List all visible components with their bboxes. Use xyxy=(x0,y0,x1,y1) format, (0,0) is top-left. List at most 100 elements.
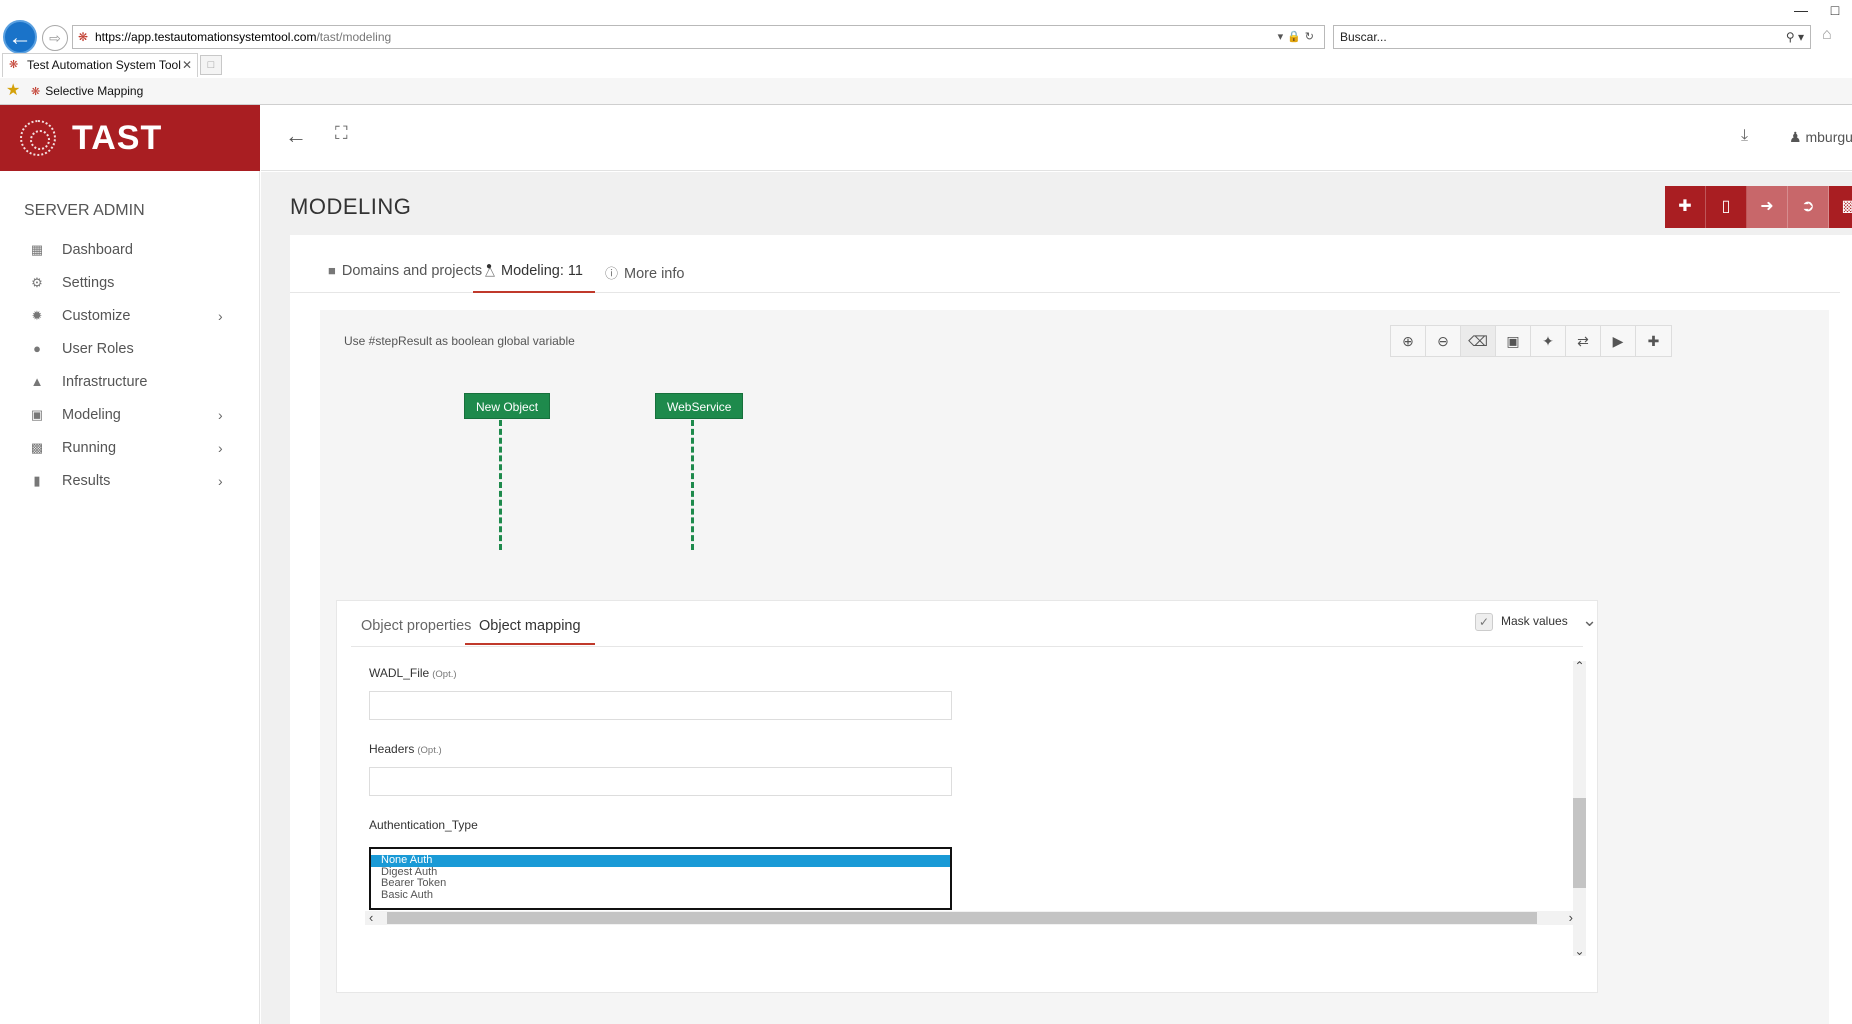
lifeline-webservice xyxy=(691,420,694,550)
tab-label: Domains and projects xyxy=(341,263,483,279)
app-topbar: ← ⛶ ⤓ ♟ mburgu xyxy=(261,105,1852,171)
search-icon[interactable]: ⚲ ▾ xyxy=(1786,26,1804,48)
horizontal-scrollbar[interactable]: ‹ › xyxy=(365,910,1583,925)
panel-tabs: Object properties Object mapping ✓ Mask … xyxy=(351,601,1597,647)
wadl-file-input[interactable] xyxy=(369,691,952,720)
favorite-item[interactable]: ❋ Selective Mapping xyxy=(31,78,143,105)
sidebar-item-user-roles[interactable]: ● User Roles xyxy=(0,332,259,366)
node-new-object[interactable]: New Object xyxy=(464,393,551,419)
sidebar-title: SERVER ADMIN xyxy=(24,202,145,219)
wadl-file-label: WADL_File (Opt.) xyxy=(369,666,457,680)
sidebar-item-dashboard[interactable]: ▦ Dashboard xyxy=(0,233,259,267)
favorites-bar: ★ ❋ Selective Mapping xyxy=(0,78,1852,105)
plus-icon[interactable]: ✚ xyxy=(1665,186,1706,228)
tab-more-info[interactable]: ⓘ More info xyxy=(605,263,684,293)
browser-chrome: — □ ← ⇨ ❋ https://app.testautomationsyste… xyxy=(0,0,1852,106)
magic-wand-icon[interactable]: ✦ xyxy=(1531,326,1566,356)
new-tab-button[interactable]: □ xyxy=(200,55,222,75)
tab-object-mapping[interactable]: Object mapping xyxy=(465,618,595,645)
sidebar-item-label: Results xyxy=(62,473,111,489)
optional-marker: (Opt.) xyxy=(417,745,442,756)
authentication-type-label: Authentication_Type xyxy=(369,818,478,832)
sidebar-item-label: Modeling xyxy=(62,407,121,423)
user-menu[interactable]: ♟ mburgu xyxy=(1789,129,1852,146)
shuffle-icon[interactable]: ⇄ xyxy=(1566,326,1601,356)
calendar-icon: ▩ xyxy=(30,440,44,455)
canvas-hint: Use #stepResult as boolean global variab… xyxy=(344,334,575,348)
auth-option-bearer[interactable]: Bearer Token xyxy=(371,877,950,890)
brand-header[interactable]: TAST xyxy=(0,105,260,171)
modeling-canvas[interactable]: Use #stepResult as boolean global variab… xyxy=(320,310,1829,1024)
user-icon: ♟ xyxy=(1789,129,1802,145)
headers-input[interactable] xyxy=(369,767,952,796)
chevron-left-icon[interactable]: ‹ xyxy=(369,910,373,925)
mask-values-label: Mask values xyxy=(1501,614,1568,628)
zoom-out-icon[interactable]: ⊖ xyxy=(1426,326,1461,356)
back-arrow-icon[interactable]: ← xyxy=(285,123,307,149)
chevron-right-icon: › xyxy=(218,407,223,423)
home-icon[interactable]: ⌂ xyxy=(1822,26,1832,44)
modeling-card: ■ Domains and projects ● △ Modeling: 11 ⓘ M… xyxy=(290,235,1852,1024)
sidebar-item-label: User Roles xyxy=(62,341,134,357)
sidebar-item-settings[interactable]: ⚙ Settings xyxy=(0,266,259,300)
mask-values-checkbox[interactable]: ✓ xyxy=(1475,613,1493,631)
tab-favicon-icon: ❋ xyxy=(9,59,19,71)
minimize-icon[interactable]: — xyxy=(1784,2,1818,18)
browser-tab[interactable]: ❋ Test Automation System Tool ✕ xyxy=(2,53,198,77)
briefcase-icon: ▣ xyxy=(30,407,44,422)
excel-file-icon[interactable]: ▯ xyxy=(1706,186,1747,228)
canvas-toolbar: ⊕ ⊖ ⌫ ▣ ✦ ⇄ ▶ ✚ xyxy=(1390,325,1672,357)
authentication-type-listbox[interactable]: None Auth Digest Auth Bearer Token Basic… xyxy=(369,847,952,910)
zoom-in-icon[interactable]: ⊕ xyxy=(1391,326,1426,356)
logo-icon xyxy=(20,120,56,156)
address-bar-controls[interactable]: ▾🔒↻ xyxy=(1278,26,1318,48)
bar-chart-icon: ▮ xyxy=(33,473,41,488)
chevron-down-icon[interactable]: ⌄ xyxy=(1582,610,1597,631)
trash-icon[interactable]: ⌫ xyxy=(1461,326,1496,356)
sign-in-icon[interactable]: ➜ xyxy=(1747,186,1788,228)
star-icon[interactable]: ★ xyxy=(6,78,20,104)
info-icon: ⓘ xyxy=(605,266,619,281)
node-webservice[interactable]: WebService xyxy=(655,393,744,419)
tab-modeling[interactable]: ● △ Modeling: 11 xyxy=(473,261,595,293)
auth-option-digest[interactable]: Digest Auth xyxy=(371,866,950,879)
maximize-icon[interactable]: □ xyxy=(1818,2,1852,18)
tab-title: Test Automation System Tool xyxy=(27,58,181,72)
chevron-right-icon: › xyxy=(218,308,223,324)
address-bar[interactable]: ❋ https://app.testautomationsystemtool.c… xyxy=(72,25,1325,49)
auth-option-basic[interactable]: Basic Auth xyxy=(371,889,950,902)
dashboard-icon: ▦ xyxy=(30,242,44,257)
browser-forward-button[interactable]: ⇨ xyxy=(42,25,68,51)
browser-search-input[interactable]: Buscar... ⚲ ▾ xyxy=(1333,25,1811,49)
optional-marker: (Opt.) xyxy=(432,669,457,680)
sidebar-item-label: Infrastructure xyxy=(62,374,148,390)
browser-back-button[interactable]: ← xyxy=(3,20,37,54)
chevron-up-icon[interactable]: ⌃ xyxy=(1573,659,1586,673)
road-icon: ▲ xyxy=(30,374,44,389)
play-icon[interactable]: ▶ xyxy=(1601,326,1636,356)
image-icon[interactable]: ▣ xyxy=(1496,326,1531,356)
tab-close-icon[interactable]: ✕ xyxy=(182,54,192,76)
main-content: MODELING ✚ ▯ ➜ ➲ ▩ ■ Domains and projects… xyxy=(261,172,1852,1024)
chevron-right-icon[interactable]: › xyxy=(1569,910,1573,925)
auth-option-none[interactable]: None Auth xyxy=(371,854,950,867)
sidebar-item-infrastructure[interactable]: ▲ Infrastructure xyxy=(0,365,259,399)
page-title: MODELING xyxy=(290,194,412,219)
tab-domains-and-projects[interactable]: ■ Domains and projects xyxy=(328,263,482,293)
download-icon[interactable]: ⤓ xyxy=(1741,127,1748,145)
favorite-label: Selective Mapping xyxy=(45,84,144,98)
save-icon[interactable]: ▩ xyxy=(1829,186,1852,228)
plus-icon[interactable]: ✚ xyxy=(1636,326,1671,356)
sidebar-item-modeling[interactable]: ▣ Modeling › xyxy=(0,398,259,432)
sidebar-item-running[interactable]: ▩ Running › xyxy=(0,431,259,465)
fullscreen-icon[interactable]: ⛶ xyxy=(335,123,348,144)
window-controls: — □ xyxy=(1784,2,1852,18)
sign-out-icon[interactable]: ➲ xyxy=(1788,186,1829,228)
scroll-thumb[interactable] xyxy=(1573,798,1586,888)
sidebar-item-results[interactable]: ▮ Results › xyxy=(0,464,259,498)
scroll-thumb[interactable] xyxy=(387,912,1537,924)
sidebar-item-label: Running xyxy=(62,440,117,456)
tab-object-properties[interactable]: Object properties xyxy=(361,618,471,634)
chevron-down-icon[interactable]: ⌄ xyxy=(1573,944,1586,958)
sidebar-item-customize[interactable]: ✹ Customize › xyxy=(0,299,259,333)
